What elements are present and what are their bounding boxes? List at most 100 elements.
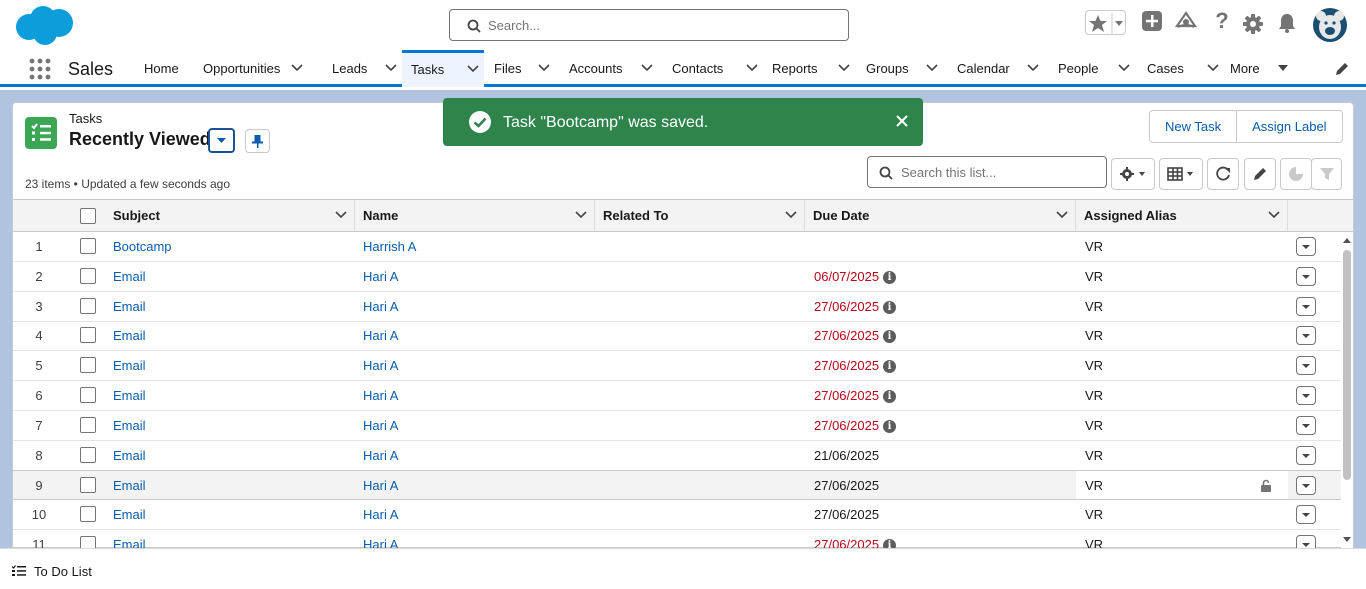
nav-tab-accounts[interactable]: Accounts [560, 50, 653, 87]
global-actions-icon[interactable] [1141, 10, 1163, 35]
name-link[interactable]: Hari A [363, 471, 398, 500]
new-task-button[interactable]: New Task [1150, 111, 1236, 142]
chevron-down-icon[interactable] [335, 211, 347, 219]
scrollbar-thumb[interactable] [1343, 250, 1351, 480]
notifications-bell-icon[interactable] [1277, 13, 1297, 36]
name-link[interactable]: Hari A [363, 381, 398, 410]
row-actions-button[interactable] [1296, 476, 1316, 496]
chevron-down-icon[interactable] [1277, 64, 1289, 72]
inline-edit-pencil-button[interactable] [1244, 158, 1276, 190]
row-checkbox[interactable] [80, 327, 96, 344]
row-actions-button[interactable] [1296, 445, 1316, 465]
nav-tab-contacts[interactable]: Contacts [663, 50, 758, 87]
table-row[interactable]: 11 Email Hari A 27/06/2025 i VR [13, 530, 1341, 549]
todo-list-label[interactable]: To Do List [34, 564, 92, 579]
row-actions-button[interactable] [1296, 296, 1316, 316]
name-link[interactable]: Hari A [363, 351, 398, 380]
subject-link[interactable]: Email [113, 351, 146, 380]
subject-link[interactable]: Email [113, 292, 146, 321]
chevron-down-icon[interactable] [785, 211, 797, 219]
row-actions-button[interactable] [1296, 505, 1316, 525]
nav-tab-reports[interactable]: Reports [763, 50, 850, 87]
table-row[interactable]: 2 Email Hari A 06/07/2025 i VR [13, 262, 1341, 292]
nav-tab-calendar[interactable]: Calendar [948, 50, 1039, 87]
name-link[interactable]: Hari A [363, 441, 398, 470]
row-checkbox[interactable] [80, 297, 96, 314]
row-checkbox[interactable] [80, 387, 96, 403]
list-search-input[interactable]: Search this list... [867, 156, 1107, 188]
name-link[interactable]: Hari A [363, 500, 398, 529]
chevron-down-icon[interactable] [1118, 64, 1130, 72]
table-row[interactable]: 5 Email Hari A 27/06/2025 i VR [13, 351, 1341, 382]
name-link[interactable]: Harrish A [363, 232, 416, 261]
table-scrollbar[interactable] [1341, 232, 1353, 549]
chevron-down-icon[interactable] [1056, 211, 1068, 219]
pin-list-view-button[interactable] [245, 129, 270, 153]
chevron-down-icon[interactable] [1027, 64, 1039, 72]
row-checkbox[interactable] [80, 477, 96, 494]
nav-tab-groups[interactable]: Groups [857, 50, 938, 87]
table-row[interactable]: 1 Bootcamp Harrish A VR [13, 232, 1341, 262]
settings-gear-icon[interactable] [1243, 14, 1263, 37]
user-avatar[interactable] [1312, 7, 1348, 46]
chevron-down-icon[interactable] [1207, 64, 1219, 72]
chevron-down-icon[interactable] [746, 64, 758, 72]
overdue-info-icon[interactable]: i [883, 419, 897, 433]
column-header-name[interactable]: Name [355, 200, 595, 231]
global-search-input[interactable]: Search... [449, 9, 849, 41]
filter-icon[interactable] [1311, 158, 1342, 190]
nav-tab-people[interactable]: People [1049, 50, 1130, 87]
column-header-assigned-alias[interactable]: Assigned Alias [1076, 200, 1288, 231]
refresh-button[interactable] [1207, 158, 1239, 190]
subject-link[interactable]: Email [113, 262, 146, 291]
table-row[interactable]: 9 Email Hari A 27/06/2025 VR [13, 470, 1341, 501]
overdue-info-icon[interactable]: i [883, 300, 897, 314]
column-header-subject[interactable]: Subject [105, 200, 355, 231]
name-link[interactable]: Hari A [363, 321, 398, 350]
table-row[interactable]: 6 Email Hari A 27/06/2025 i VR [13, 381, 1341, 411]
subject-link[interactable]: Email [113, 471, 146, 500]
chevron-down-icon[interactable] [926, 64, 938, 72]
name-link[interactable]: Hari A [363, 262, 398, 291]
nav-tab-home[interactable]: Home [135, 50, 179, 87]
select-all-checkbox[interactable] [80, 208, 96, 224]
edit-nav-pencil-icon[interactable] [1335, 62, 1349, 79]
chevron-down-icon[interactable] [538, 64, 550, 72]
nav-tab-files[interactable]: Files [485, 50, 550, 87]
list-view-controls-button[interactable] [1111, 158, 1155, 190]
name-link[interactable]: Hari A [363, 530, 398, 549]
name-link[interactable]: Hari A [363, 292, 398, 321]
subject-link[interactable]: Email [113, 411, 146, 440]
chevron-down-icon[interactable] [1268, 211, 1280, 219]
chevron-down-icon[interactable] [385, 64, 397, 72]
help-icon[interactable]: ? [1213, 8, 1231, 35]
trailhead-icon[interactable] [1174, 10, 1198, 35]
row-checkbox[interactable] [80, 446, 96, 463]
chevron-down-icon[interactable] [641, 64, 653, 72]
row-actions-button[interactable] [1296, 415, 1316, 435]
toast-close-icon[interactable] [895, 114, 909, 131]
row-checkbox[interactable] [80, 416, 96, 433]
salesforce-logo-icon[interactable] [15, 5, 75, 48]
overdue-info-icon[interactable]: i [883, 270, 897, 284]
overdue-info-icon[interactable]: i [883, 330, 897, 344]
table-row[interactable]: 7 Email Hari A 27/06/2025 i VR [13, 411, 1341, 441]
row-checkbox[interactable] [80, 506, 96, 523]
table-row[interactable]: 4 Email Hari A 27/06/2025 i VR [13, 321, 1341, 352]
row-checkbox[interactable] [80, 238, 96, 254]
table-row[interactable]: 3 Email Hari A 27/06/2025 i VR [13, 292, 1341, 322]
chevron-down-icon[interactable] [575, 211, 587, 219]
row-actions-button[interactable] [1296, 356, 1316, 376]
chevron-down-icon[interactable] [291, 64, 303, 72]
display-as-table-button[interactable] [1159, 158, 1203, 190]
name-link[interactable]: Hari A [363, 411, 398, 440]
table-row[interactable]: 10 Email Hari A 27/06/2025 VR [13, 500, 1341, 531]
column-header-related-to[interactable]: Related To [595, 200, 805, 231]
row-actions-button[interactable] [1296, 386, 1316, 405]
row-actions-button[interactable] [1296, 266, 1316, 286]
list-view-picker-button[interactable] [208, 128, 235, 153]
nav-tab-leads[interactable]: Leads [323, 50, 397, 87]
column-header-due-date[interactable]: Due Date [805, 200, 1076, 231]
subject-link[interactable]: Email [113, 500, 146, 529]
subject-link[interactable]: Email [113, 381, 146, 410]
